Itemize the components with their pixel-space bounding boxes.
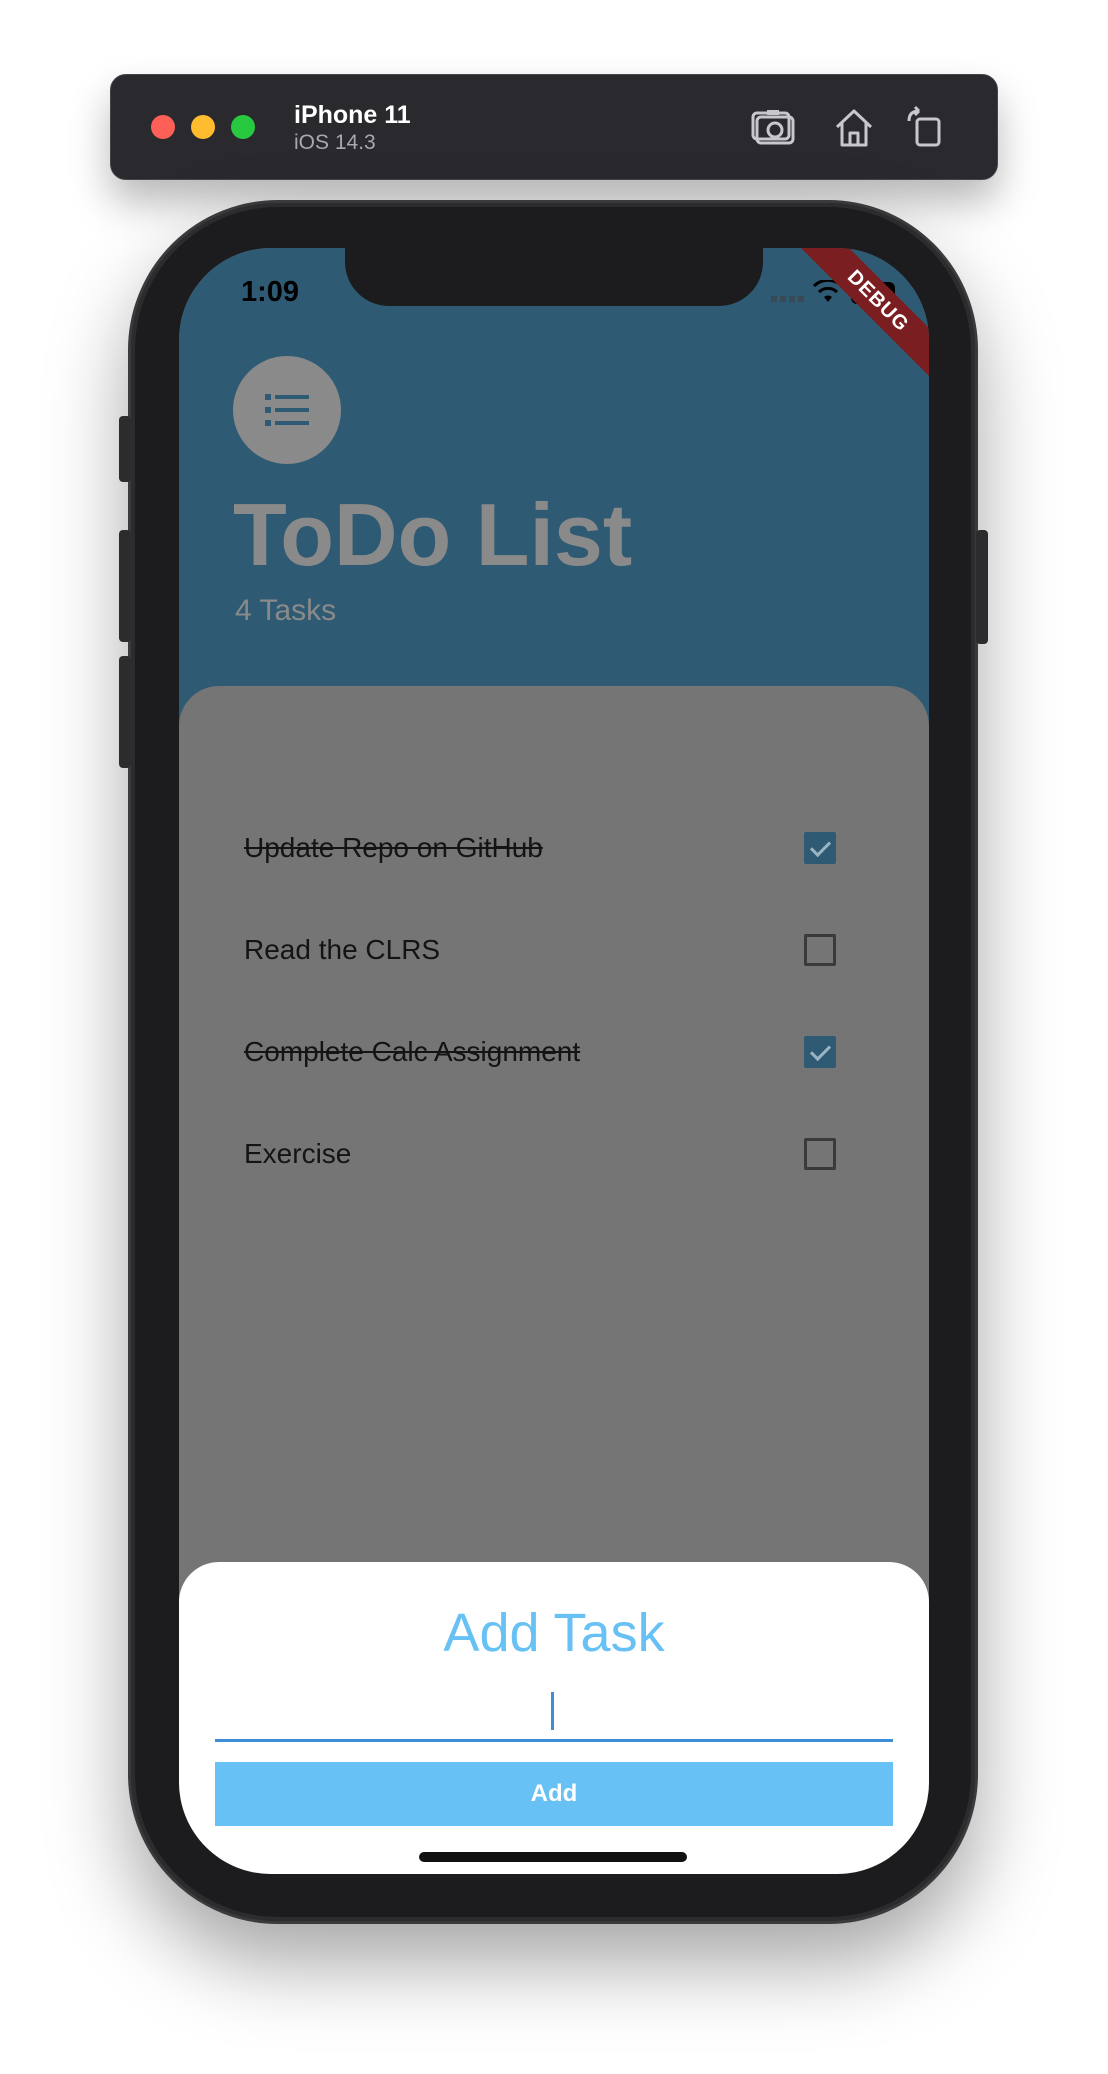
task-label: Complete Calc Assignment: [244, 1036, 581, 1067]
volume-up-button: [119, 530, 131, 642]
home-indicator: [419, 1852, 687, 1862]
task-input[interactable]: [215, 1680, 893, 1742]
os-version: iOS 14.3: [294, 131, 376, 154]
sheet-title: Add Task: [443, 1603, 665, 1663]
list-item[interactable]: Exercise: [244, 1124, 864, 1184]
task-label: Update Repo on GitHub: [244, 832, 543, 863]
task-label: Exercise: [244, 1138, 352, 1169]
task-checkbox[interactable]: [804, 832, 836, 864]
signal-icon: [771, 296, 805, 302]
task-checkbox[interactable]: [804, 934, 836, 966]
task-checkbox[interactable]: [804, 1036, 836, 1068]
simulator-toolbar: iPhone 11 iOS 14.3: [110, 74, 998, 180]
task-label: Read the CLRS: [244, 934, 441, 965]
close-window-button[interactable]: [151, 115, 175, 139]
add-button[interactable]: Add: [215, 1762, 893, 1826]
text-cursor: [551, 1692, 554, 1730]
add-task-sheet: Add Task Add: [179, 1562, 929, 1874]
task-count: 4 Tasks: [235, 594, 337, 627]
volume-down-button: [119, 656, 131, 768]
list-item[interactable]: Read the CLRS: [244, 920, 864, 980]
debug-banner: DEBUG: [791, 248, 929, 388]
device-screen: 1:09 DEBUG ToDo List 4 Tasks Update Repo…: [179, 248, 929, 1874]
mute-switch: [119, 416, 131, 482]
home-icon[interactable]: [829, 103, 879, 153]
list-item[interactable]: Complete Calc Assignment: [244, 1022, 864, 1082]
list-item[interactable]: Update Repo on GitHub: [244, 818, 864, 878]
screenshot-icon[interactable]: [751, 103, 801, 153]
list-icon: [265, 394, 309, 426]
zoom-window-button[interactable]: [231, 115, 255, 139]
device-name: iPhone 11: [294, 101, 411, 129]
status-time: 1:09: [241, 276, 300, 308]
power-button: [976, 530, 988, 644]
list-menu-button[interactable]: [233, 356, 341, 464]
rotate-icon[interactable]: [901, 103, 951, 153]
minimize-window-button[interactable]: [191, 115, 215, 139]
task-checkbox[interactable]: [804, 1138, 836, 1170]
page-title: ToDo List: [233, 485, 633, 584]
notch: [345, 248, 763, 306]
